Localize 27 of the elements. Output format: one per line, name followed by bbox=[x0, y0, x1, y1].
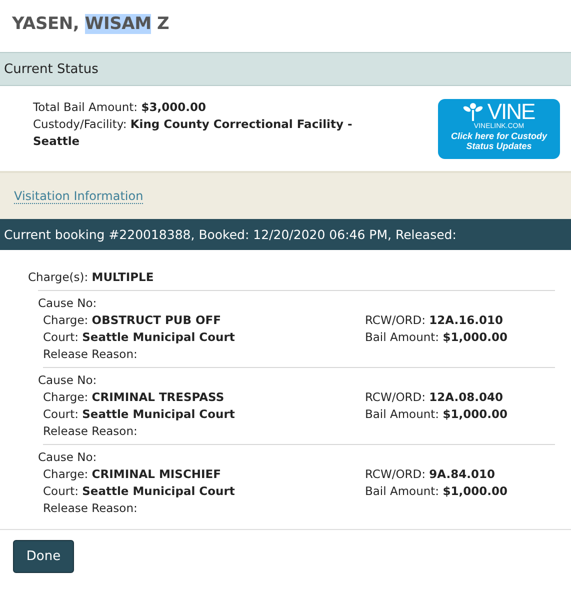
charge-text: Charge: CRIMINAL MISCHIEF bbox=[43, 466, 222, 483]
charge-text: Charge: CRIMINAL TRESPASS bbox=[43, 389, 226, 406]
release-label: Release Reason: bbox=[43, 423, 138, 440]
cause-label: Cause No: bbox=[38, 449, 98, 466]
done-button[interactable]: Done bbox=[13, 540, 74, 573]
cause-label: Cause No: bbox=[38, 372, 98, 389]
release-label: Release Reason: bbox=[43, 500, 138, 517]
charges-summary: Charge(s): MULTIPLE bbox=[28, 270, 155, 286]
booking-header: Current booking #220018388, Booked: 12/20/2020 06:46 PM, Released: bbox=[0, 219, 571, 250]
sprout-icon bbox=[463, 102, 484, 122]
court-text: Court: Seattle Municipal Court bbox=[43, 483, 236, 500]
status-text: Custody/Facility: King County Correctional Facility - Seattle bbox=[33, 116, 353, 150]
release-label: Release Reason: bbox=[43, 346, 138, 363]
court-text: Court: Seattle Municipal Court bbox=[43, 329, 236, 346]
rcw-text: RCW/ORD: 9A.84.010 bbox=[365, 466, 496, 483]
charge-text: Charge: OBSTRUCT PUB OFF bbox=[43, 312, 222, 329]
section-heading: Current Status bbox=[0, 52, 571, 86]
bail-text: Bail Amount: $1,000.00 bbox=[365, 406, 508, 423]
bail-text: Bail Amount: $1,000.00 bbox=[365, 483, 508, 500]
court-text: Court: Seattle Municipal Court bbox=[43, 406, 236, 423]
rcw-text: RCW/ORD: 12A.08.040 bbox=[365, 389, 504, 406]
person-name: YASEN, WISAM Z bbox=[11, 13, 170, 36]
cause-label: Cause No: bbox=[38, 295, 98, 312]
bail-text: Bail Amount: $1,000.00 bbox=[365, 329, 508, 346]
visitation-link[interactable]: Visitation Information bbox=[14, 188, 144, 204]
status-text: Total Bail Amount: $3,000.00 bbox=[33, 99, 207, 116]
rcw-text: RCW/ORD: 12A.16.010 bbox=[365, 312, 504, 329]
